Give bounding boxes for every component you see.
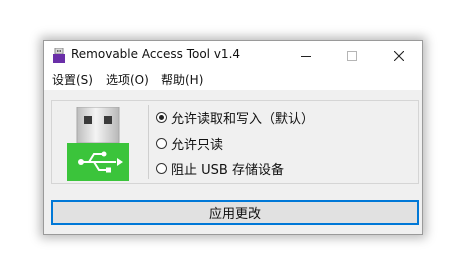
option-read-only[interactable]: 允许只读 [156,133,223,153]
menu-help[interactable]: 帮助(H) [161,71,203,88]
radio-block-usb[interactable] [156,162,167,174]
option-read-write[interactable]: 允许读取和写入（默认） [156,107,314,127]
close-button[interactable] [376,41,422,70]
app-window: Removable Access Tool v1.4 设置(S) 选项(O) 帮… [43,40,423,235]
minimize-button[interactable] [283,41,329,70]
option-label: 允许读取和写入（默认） [171,111,315,127]
maximize-button[interactable] [329,41,375,70]
window-title: Removable Access Tool v1.4 [71,47,241,61]
title-bar[interactable]: Removable Access Tool v1.4 [44,41,422,70]
group-divider [148,105,149,179]
minimize-icon [301,55,311,57]
radio-read-only[interactable] [156,137,167,149]
option-label: 允许只读 [171,137,224,153]
usb-drive-icon [53,48,65,63]
option-label: 阻止 USB 存储设备 [171,162,284,178]
usb-drive-icon [67,107,129,181]
menu-settings[interactable]: 设置(S) [52,71,93,88]
menu-options[interactable]: 选项(O) [106,71,149,88]
radio-read-write[interactable] [156,111,167,123]
apply-changes-button[interactable]: 应用更改 [51,200,419,225]
close-icon [394,50,404,61]
menu-bar: 设置(S) 选项(O) 帮助(H) [44,70,422,90]
option-block-usb[interactable]: 阻止 USB 存储设备 [156,158,284,178]
access-mode-group: 允许读取和写入（默认） 允许只读 阻止 USB 存储设备 [51,100,419,184]
maximize-icon [347,50,357,61]
